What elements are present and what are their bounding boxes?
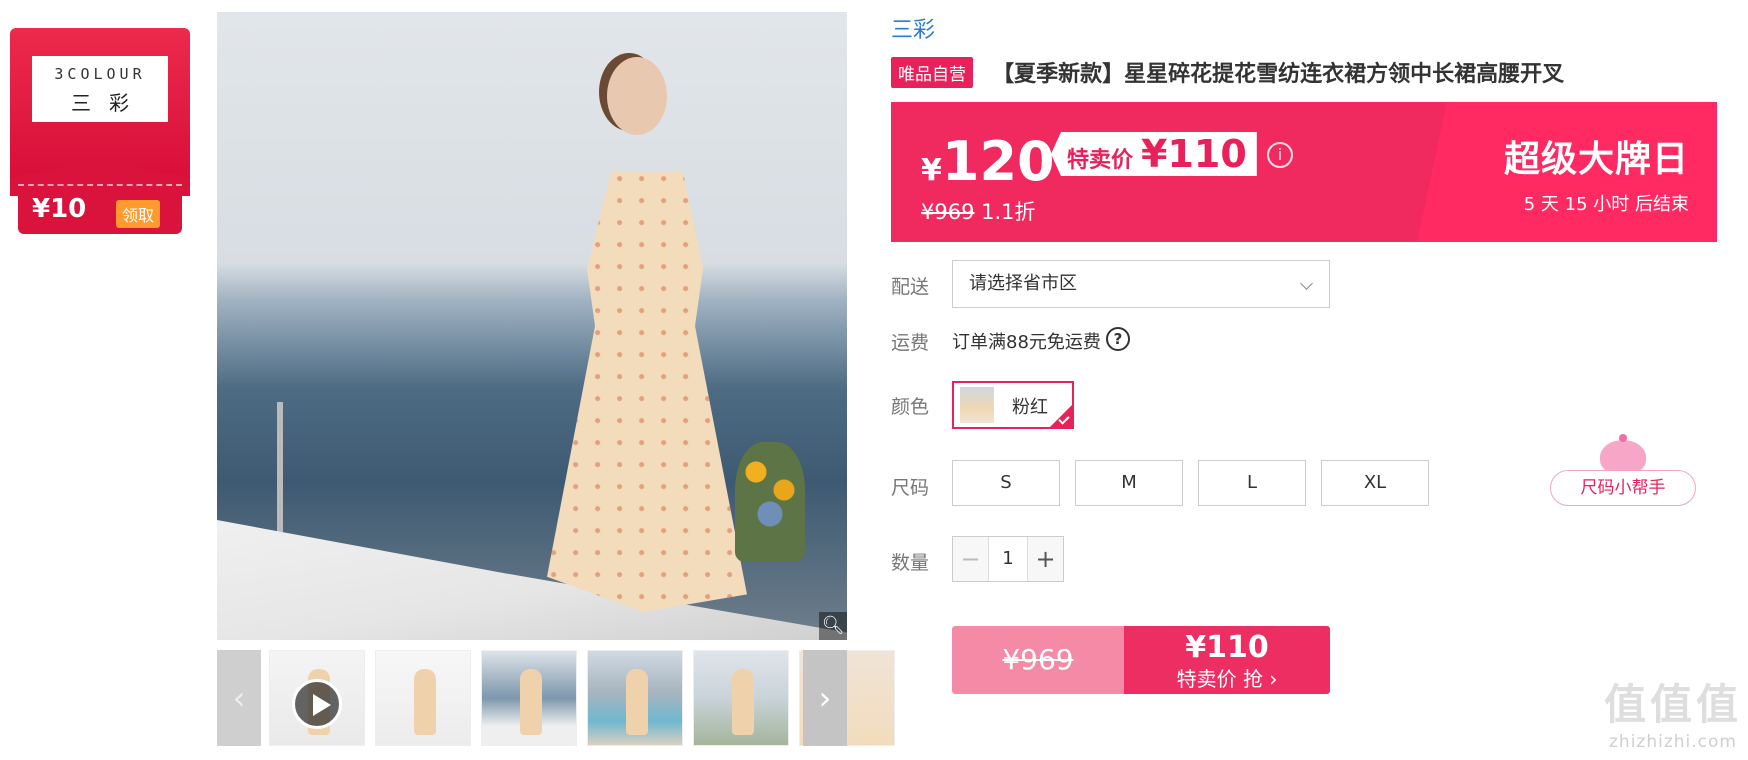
thumbnail-video[interactable] <box>269 650 365 746</box>
self-operated-badge: 唯品自营 <box>891 56 973 88</box>
coupon-header: 3COLOUR 三彩 <box>10 28 190 178</box>
size-helper[interactable]: 尺码小帮手 <box>1550 434 1696 506</box>
sale-price-tag: 特卖价 ¥110 <box>1051 132 1257 176</box>
decrease-button[interactable]: − <box>953 537 989 581</box>
color-label: 颜色 <box>891 396 930 418</box>
original-price-row: ¥969 1.1折 <box>921 196 1036 226</box>
main-product-image[interactable]: 🔍︎ <box>217 12 847 640</box>
discount-label: 1.1折 <box>981 200 1036 224</box>
product-title: 【夏季新款】星星碎花提花雪纺连衣裙方领中长裙高腰开叉 <box>992 62 1565 87</box>
size-option-xl[interactable]: XL <box>1321 460 1429 506</box>
brand-link[interactable]: 三彩 <box>891 12 935 44</box>
increase-button[interactable]: + <box>1027 537 1063 581</box>
brand-logo-cn: 三彩 <box>71 91 147 115</box>
region-select-placeholder: 请选择省市区 <box>969 273 1077 294</box>
product-page: 3COLOUR 三彩 ¥10 领取 🔍︎ ‹ › 三彩 唯品自营 【夏季新款】星… <box>0 0 1748 760</box>
size-option-m[interactable]: M <box>1075 460 1183 506</box>
flower-basket <box>735 442 805 562</box>
buy-sale-price: ¥110 <box>1185 630 1269 665</box>
model-head <box>607 57 667 135</box>
shipping-label: 运费 <box>891 332 930 354</box>
mascot-icon <box>1600 434 1646 474</box>
thumbnail-image[interactable] <box>375 650 471 746</box>
size-helper-button[interactable]: 尺码小帮手 <box>1550 470 1696 506</box>
info-icon[interactable]: i <box>1267 142 1293 168</box>
region-select[interactable]: 请选择省市区 <box>952 260 1330 308</box>
color-option-name: 粉红 <box>1012 397 1048 418</box>
event-title: 超级大牌日 <box>1503 139 1689 180</box>
chevron-down-icon <box>1300 277 1313 290</box>
size-option-s[interactable]: S <box>952 460 1060 506</box>
quantity-value[interactable]: 1 <box>989 537 1027 581</box>
sale-price-label: 特卖价 <box>1067 148 1134 173</box>
thumbnail-image[interactable] <box>693 650 789 746</box>
claim-coupon-button[interactable]: 领取 <box>115 200 160 228</box>
buy-now-button[interactable]: ¥110 特卖价 抢 › <box>1124 626 1330 694</box>
question-icon[interactable]: ? <box>1106 327 1130 351</box>
coupon-body: ¥10 领取 <box>18 184 182 234</box>
size-option-l[interactable]: L <box>1198 460 1306 506</box>
currency-symbol: ¥ <box>921 153 942 188</box>
brand-coupon-card[interactable]: 3COLOUR 三彩 ¥10 领取 <box>10 28 190 234</box>
brand-logo: 3COLOUR 三彩 <box>32 56 168 122</box>
watermark-url: zhizhizhi.com <box>1609 732 1737 752</box>
delivery-label: 配送 <box>891 276 930 298</box>
original-price: ¥969 <box>921 200 975 224</box>
current-price-value: 120 <box>941 130 1055 193</box>
color-swatch-thumbnail <box>960 387 994 423</box>
size-label: 尺码 <box>891 477 930 499</box>
chevron-right-icon[interactable]: › <box>803 650 847 746</box>
magnifier-icon[interactable]: 🔍︎ <box>819 612 847 640</box>
sale-price-value: ¥110 <box>1141 132 1247 176</box>
thumbnail-image[interactable] <box>481 650 577 746</box>
thumbnail-image[interactable] <box>587 650 683 746</box>
boat-rail <box>277 402 283 532</box>
floral-dress <box>547 172 747 612</box>
play-icon[interactable] <box>292 679 342 729</box>
buy-original-price: ¥969 <box>952 626 1124 694</box>
model-figure <box>537 42 805 622</box>
countdown-timer: 5 天 15 小时 后结束 <box>1523 194 1689 215</box>
quantity-label: 数量 <box>891 552 930 574</box>
quantity-stepper: − 1 + <box>952 536 1064 582</box>
site-watermark: 值值值 zhizhizhi.com <box>1604 671 1742 752</box>
shipping-text: 订单满88元免运费 <box>952 332 1101 353</box>
check-icon <box>1050 405 1072 427</box>
title-row: 唯品自营 【夏季新款】星星碎花提花雪纺连衣裙方领中长裙高腰开叉 <box>891 56 1564 88</box>
buy-button[interactable]: ¥969 ¥110 特卖价 抢 › <box>952 626 1330 694</box>
color-option-selected[interactable]: 粉红 <box>952 381 1074 429</box>
chevron-left-icon[interactable]: ‹ <box>217 650 261 746</box>
thumbnail-strip: ‹ › <box>217 650 895 746</box>
watermark-logo: 值值值 <box>1603 680 1742 729</box>
current-price: ¥120 <box>921 130 1055 193</box>
buy-action-label: 特卖价 抢 › <box>1176 667 1278 691</box>
brand-logo-en: 3COLOUR <box>54 65 146 83</box>
price-banner: ¥120 特卖价 ¥110 i ¥969 1.1折 超级大牌日 5 天 15 小时… <box>891 102 1717 242</box>
coupon-value: ¥10 <box>32 194 87 224</box>
